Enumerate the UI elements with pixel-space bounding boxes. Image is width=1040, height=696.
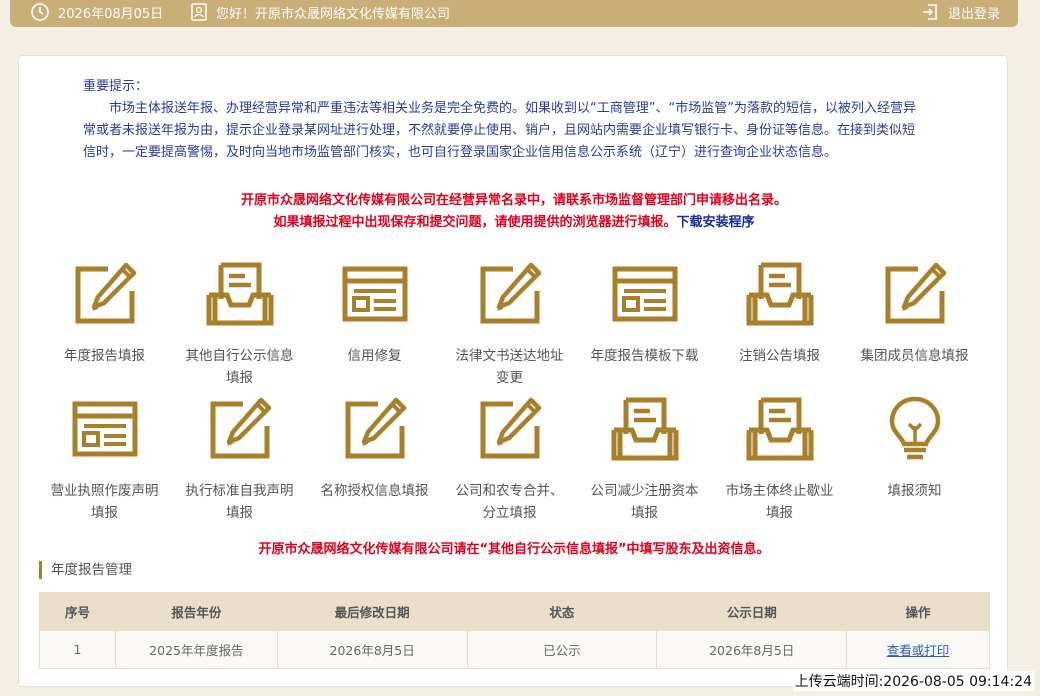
service-tile[interactable]: 年度报告模板下载 <box>577 259 712 379</box>
service-tile[interactable]: 年度报告填报 <box>37 259 172 379</box>
service-tile[interactable]: 营业执照作废声明填报 <box>37 394 172 521</box>
logout-button[interactable]: 退出登录 <box>920 0 1000 24</box>
service-tile[interactable]: 集团成员信息填报 <box>847 259 982 379</box>
clock-icon <box>31 3 49 21</box>
service-tile-label[interactable]: 执行标准自我声明填报 <box>185 480 295 524</box>
edit-icon <box>475 394 545 480</box>
annual-report-table: 序号 报告年份 最后修改日期 状态 公示日期 操作 1 2025年年度报告 20… <box>39 592 990 669</box>
service-tile-label[interactable]: 法律文书送达地址变更 <box>455 345 565 389</box>
service-tile-label[interactable]: 市场主体终止歇业填报 <box>725 480 835 524</box>
view-print-link[interactable]: 查看或打印 <box>887 643 950 658</box>
service-tile[interactable]: 公司减少注册资本填报 <box>577 394 712 521</box>
service-tile[interactable]: 其他自行公示信息填报 <box>172 259 307 386</box>
table-row: 1 2025年年度报告 2026年8月5日 已公示 2026年8月5日 查看或打… <box>39 630 990 669</box>
column-header: 最后修改日期 <box>276 592 468 631</box>
service-tile-label[interactable]: 其他自行公示信息填报 <box>185 345 295 389</box>
inbox-icon <box>745 394 815 480</box>
service-tile[interactable]: 市场主体终止歇业填报 <box>712 394 847 521</box>
service-tile-label[interactable]: 年度报告填报 <box>50 345 160 367</box>
inbox-icon <box>205 259 275 345</box>
shareholder-warning: 开原市众晟网络文化传媒有限公司请在“其他自行公示信息填报”中填写股东及出资信息。 <box>258 542 770 557</box>
service-tile-label[interactable]: 填报须知 <box>860 480 970 502</box>
upload-time: 上传云端时间:2026-08-05 09:14:24 <box>792 671 1034 691</box>
top-bar: 2026年08月05日 您好！开原市众晟网络文化传媒有限公司 退出登录 <box>10 0 1018 27</box>
service-tile-label[interactable]: 年度报告模板下载 <box>590 345 700 367</box>
column-header: 公示日期 <box>656 592 848 631</box>
lightbulb-icon <box>880 394 950 480</box>
notice-heading: 重要提示： <box>83 79 149 94</box>
form-icon <box>70 394 140 480</box>
edit-icon <box>340 394 410 480</box>
inbox-icon <box>610 394 680 480</box>
service-tile-label[interactable]: 信用修复 <box>320 345 430 367</box>
date-text: 2026年08月05日 <box>58 6 164 22</box>
service-grid: 年度报告填报 其他自行公示信息填报 信用修复 法律文书送达地址变更 年度报告模板下载 注销… <box>37 259 982 521</box>
notice-body: 市场主体报送年报、办理经营异常和严重违法等相关业务是完全免费的。如果收到以“工商… <box>83 101 916 160</box>
form-icon <box>610 259 680 345</box>
edit-icon <box>880 259 950 345</box>
edit-icon <box>70 259 140 345</box>
service-tile-label[interactable]: 公司和农专合并、分立填报 <box>455 480 565 524</box>
service-tile[interactable]: 名称授权信息填报 <box>307 394 442 514</box>
download-installer-link[interactable]: 下载安装程序 <box>677 215 755 230</box>
service-tile-label[interactable]: 名称授权信息填报 <box>320 480 430 502</box>
column-header: 操作 <box>846 592 990 631</box>
user-card-icon <box>191 3 207 21</box>
service-tile[interactable]: 信用修复 <box>307 259 442 379</box>
service-tile[interactable]: 执行标准自我声明填报 <box>172 394 307 521</box>
service-tile-label[interactable]: 营业执照作废声明填报 <box>50 480 160 524</box>
edit-icon <box>205 394 275 480</box>
main-panel: 重要提示： 市场主体报送年报、办理经营异常和严重违法等相关业务是完全免费的。如果… <box>18 55 1008 687</box>
section-title: 年度报告管理 <box>39 561 132 579</box>
service-tile-label[interactable]: 公司减少注册资本填报 <box>590 480 700 524</box>
column-header: 序号 <box>39 592 116 631</box>
edit-icon <box>475 259 545 345</box>
column-header: 状态 <box>466 592 658 631</box>
service-tile[interactable]: 填报须知 <box>847 394 982 514</box>
cell-action: 查看或打印 <box>846 630 990 669</box>
cell-status: 已公示 <box>466 630 658 669</box>
cell-publish-date: 2026年8月5日 <box>656 630 848 669</box>
service-tile[interactable]: 公司和农专合并、分立填报 <box>442 394 577 521</box>
service-tile-label[interactable]: 注销公告填报 <box>725 345 835 367</box>
important-notice: 重要提示： 市场主体报送年报、办理经营异常和严重违法等相关业务是完全免费的。如果… <box>83 76 923 164</box>
abnormal-warning: 开原市众晟网络文化传媒有限公司在经营异常名录中，请联系市场监督管理部门申请移出名… <box>240 193 787 208</box>
service-tile-label[interactable]: 集团成员信息填报 <box>860 345 970 367</box>
cell-last-modified: 2026年8月5日 <box>276 630 468 669</box>
greeting-text: 您好！开原市众晟网络文化传媒有限公司 <box>216 6 451 22</box>
table-header-row: 序号 报告年份 最后修改日期 状态 公示日期 操作 <box>39 592 990 631</box>
browser-warning: 如果填报过程中出现保存和提交问题，请使用提供的浏览器进行填报。下载安装程序 <box>19 211 1009 230</box>
column-header: 报告年份 <box>114 592 278 631</box>
logout-label[interactable]: 退出登录 <box>948 3 1000 22</box>
form-icon <box>340 259 410 345</box>
greeting: 您好！开原市众晟网络文化传媒有限公司 <box>190 0 450 24</box>
cell-index: 1 <box>39 630 116 669</box>
cell-report-year: 2025年年度报告 <box>114 630 278 669</box>
date-display: 2026年08月05日 <box>30 0 163 24</box>
service-tile[interactable]: 法律文书送达地址变更 <box>442 259 577 386</box>
service-tile[interactable]: 注销公告填报 <box>712 259 847 379</box>
browser-warning-text: 如果填报过程中出现保存和提交问题，请使用提供的浏览器进行填报。 <box>273 215 677 230</box>
inbox-icon <box>745 259 815 345</box>
logout-icon <box>922 4 937 20</box>
